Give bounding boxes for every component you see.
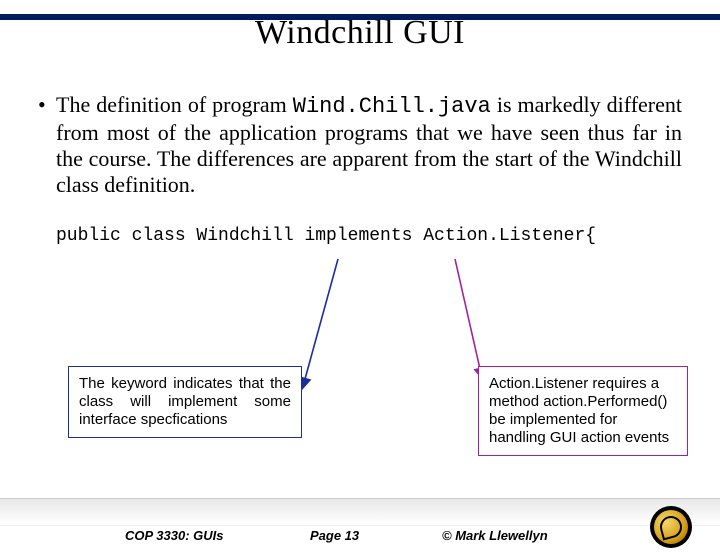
footer: COP 3330: GUIs Page 13 © Mark Llewellyn: [0, 498, 720, 554]
bullet-code: Wind.Chill.java: [293, 94, 491, 119]
bullet-text: The definition of program Wind.Chill.jav…: [56, 92, 682, 198]
callout-implements: The keyword indicates that the class wil…: [68, 366, 302, 438]
code-line: public class Windchill implements Action…: [56, 226, 682, 246]
bullet-text-before: The definition of program: [56, 92, 293, 117]
logo-gold-circle: [654, 510, 688, 544]
footer-gradient: [0, 498, 720, 526]
footer-course: COP 3330: GUIs: [125, 528, 224, 543]
ucf-logo: [650, 506, 692, 548]
bullet-item: • The definition of program Wind.Chill.j…: [38, 92, 682, 198]
top-rule: [0, 14, 720, 20]
footer-copyright: © Mark Llewellyn: [442, 528, 548, 543]
callout-actionlistener: Action.Listener requires a method action…: [478, 366, 688, 456]
content-area: • The definition of program Wind.Chill.j…: [38, 92, 682, 246]
footer-page: Page 13: [310, 528, 359, 543]
logo-glyph: [658, 514, 685, 541]
logo-outer-circle: [650, 506, 692, 548]
bullet-marker: •: [38, 92, 56, 118]
